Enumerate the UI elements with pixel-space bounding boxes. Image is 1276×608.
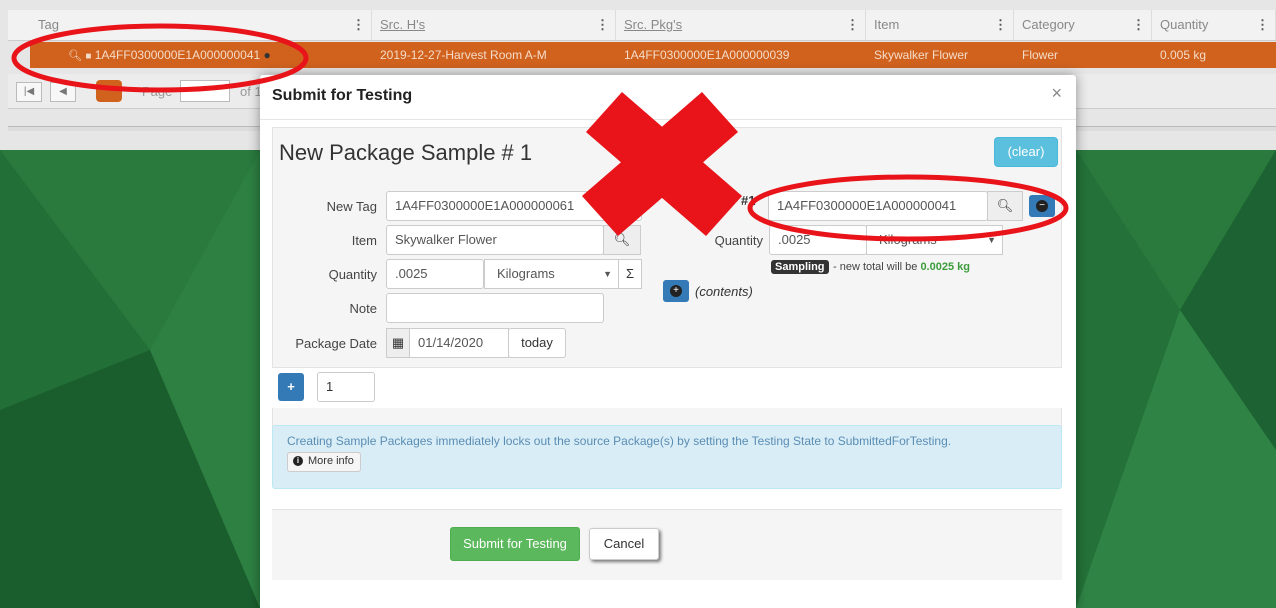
sample-count-input[interactable]: 1 [317,372,375,402]
col-quantity[interactable]: Quantity ⋮ [1152,10,1276,40]
quantity-label: Quantity [328,267,377,282]
note-input[interactable] [386,293,604,323]
page-of-label: of 1 [240,84,262,99]
sample-title: New Package Sample # 1 [279,140,533,165]
row-src-pkg: 1A4FF0300000E1A000000039 [624,48,790,62]
sum-button[interactable]: Σ [618,259,642,289]
cancel-button[interactable]: Cancel [589,528,659,560]
col-category[interactable]: Category ⋮ [1014,10,1152,40]
first-page-icon[interactable]: |◀ [16,82,42,102]
col-src-pkg[interactable]: Src. Pkg's ⋮ [616,10,866,40]
remove-source-button[interactable]: − [1029,195,1055,217]
item-input[interactable]: Skywalker Flower [386,225,604,255]
row-item: Skywalker Flower [874,48,969,62]
chevron-down-icon: ▼ [987,235,996,245]
source-tag-input[interactable]: 1A4FF0300000E1A000000041 [768,191,988,221]
current-page-button[interactable] [96,80,122,102]
source-number-label: #1 [741,193,756,208]
column-menu-icon[interactable]: ⋮ [1256,10,1269,40]
search-icon: 🔍︎ [996,198,1014,213]
info-alert: Creating Sample Packages immediately loc… [272,425,1062,489]
note-label: Note [349,301,377,316]
package-date-label: Package Date [295,336,377,351]
minus-circle-icon: − [1036,200,1048,212]
new-total-text: - new total will be 0.0025 kg [833,261,970,273]
unit-select[interactable]: Kilograms ▼ [484,259,619,289]
divider [260,119,1076,120]
add-contents-button[interactable]: + [663,280,689,302]
grid-header: Tag ⋮ Src. H's ⋮ Src. Pkg's ⋮ Item ⋮ Cat… [8,10,1276,41]
package-date-input[interactable]: 01/14/2020 [409,328,509,358]
row-quantity: 0.005 kg [1160,48,1207,62]
col-src-h[interactable]: Src. H's ⋮ [372,10,616,40]
source-quantity-label: Quantity [714,233,763,248]
page-label: Page [142,84,173,99]
contents-label: (contents) [695,284,753,299]
row-src-h: 2019-12-27-Harvest Room A-M [380,48,547,62]
column-menu-icon[interactable]: ⋮ [994,10,1007,40]
drop-icon: ● [263,48,271,62]
search-icon[interactable]: 🔍︎ [68,50,82,62]
search-icon: 🔍︎ [613,232,631,247]
prev-page-icon[interactable]: ◀ [50,82,76,102]
modal-title: Submit for Testing [272,87,413,104]
submit-for-testing-modal: Submit for Testing × New Package Sample … [260,75,1076,608]
add-sample-button[interactable]: + [278,373,304,401]
submit-for-testing-button[interactable]: Submit for Testing [450,527,580,561]
column-menu-icon[interactable]: ⋮ [596,10,609,40]
row-tag: 🔍︎ ■ 1A4FF0300000E1A000000041 ● [68,48,271,62]
column-menu-icon[interactable]: ⋮ [352,10,365,40]
close-icon[interactable]: × [1051,83,1062,104]
quantity-input[interactable]: .0025 [386,259,484,289]
source-search-button[interactable]: 🔍︎ [987,191,1023,221]
new-tag-input[interactable]: 1A4FF0300000E1A000000061 [386,191,642,221]
table-row[interactable]: 🔍︎ ■ 1A4FF0300000E1A000000041 ● 2019-12-… [30,42,1276,68]
today-button[interactable]: today [508,328,566,358]
col-item[interactable]: Item ⋮ [866,10,1014,40]
info-text: Creating Sample Packages immediately loc… [287,434,952,448]
column-menu-icon[interactable]: ⋮ [1132,10,1145,40]
page-input[interactable] [180,80,230,102]
plus-icon: + [287,379,295,394]
row-category: Flower [1022,48,1059,62]
modal-footer [272,509,1062,580]
source-quantity-input[interactable]: .0025 [769,225,867,255]
item-label: Item [351,233,377,248]
chevron-down-icon: ▼ [603,269,612,279]
more-info-button[interactable]: i More info [287,452,361,472]
add-sample-strip [272,367,1062,408]
info-icon: i [293,456,303,466]
item-search-button[interactable]: 🔍︎ [603,225,641,255]
col-tag[interactable]: Tag ⋮ [30,10,372,40]
plus-circle-icon: + [670,285,682,297]
sampling-badge: Sampling [771,260,829,274]
calendar-icon[interactable]: ▦ [386,328,410,358]
source-unit-select[interactable]: Kilograms ▼ [866,225,1003,255]
new-tag-label: New Tag [326,199,377,214]
grid-icon[interactable]: ■ [85,51,91,62]
column-menu-icon[interactable]: ⋮ [846,10,859,40]
clear-button[interactable]: (clear) [994,137,1058,167]
